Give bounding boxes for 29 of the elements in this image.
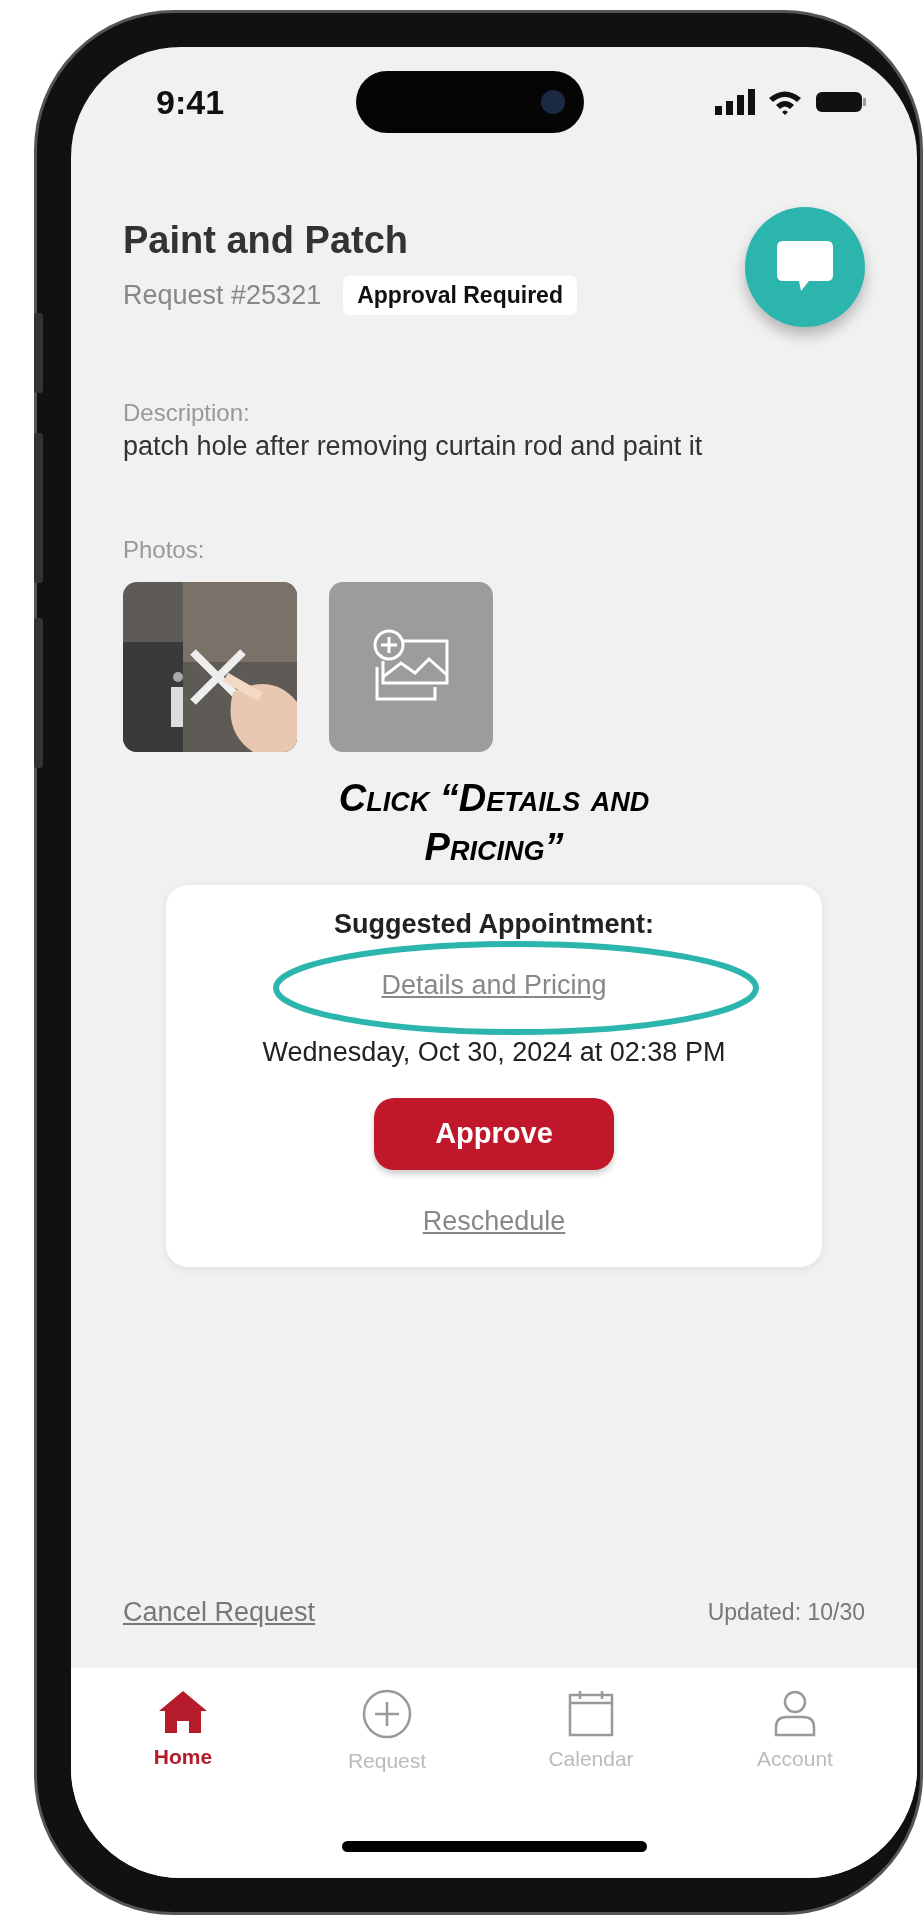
battery-icon [815,90,867,114]
description-label: Description: [123,399,251,427]
camera-icon [539,89,566,115]
tab[interactable]: Home [103,1688,263,1774]
appointment-title: Suggested Appointment: [334,908,654,940]
appointment-datetime: Wednesday, Oct 30, 2024 at 02:38 PM [262,1036,726,1068]
request-number: Request #25321 [123,280,322,311]
request-title: Paint and Patch [123,219,410,262]
details-pricing-link[interactable]: Details and Pricing [381,969,607,1000]
plus-circle-icon [362,1689,412,1739]
home-icon [157,1689,209,1735]
signal-icon [715,89,755,115]
tab[interactable]: Request [307,1688,467,1774]
cancel-request-link[interactable]: Cancel Request [123,1597,316,1628]
updated-date: Updated: 10/30 [707,1599,865,1626]
wifi-icon [767,89,803,115]
approve-button[interactable]: Approve [374,1097,614,1170]
photos-label: Photos: [123,536,206,564]
description-text: patch hole after removing curtain rod and paint it [123,431,704,462]
annotation-text: Click “Details and Pricing” [337,776,651,871]
person-icon [773,1689,817,1737]
add-photo-button[interactable] [329,582,493,752]
chat-button[interactable] [745,207,865,327]
status-time: 9:41 [156,82,225,122]
tab[interactable]: Account [715,1688,875,1774]
calendar-icon [568,1689,614,1737]
tab[interactable]: Calendar [511,1688,671,1774]
status-badge: Approval Required [343,276,577,315]
reschedule-link[interactable]: Reschedule [422,1205,566,1237]
